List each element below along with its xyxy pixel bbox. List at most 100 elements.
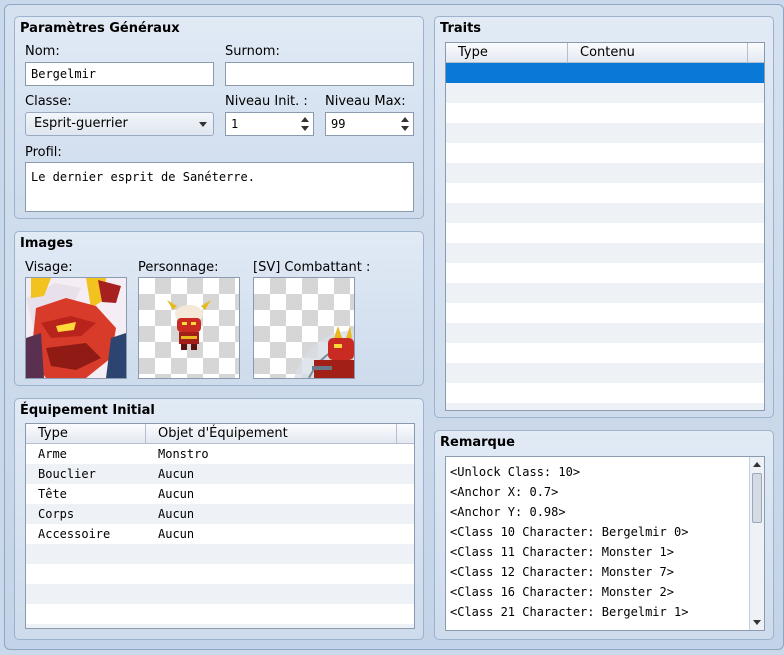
traits-rows — [446, 63, 764, 410]
table-row[interactable]: Arme Monstro — [26, 444, 414, 464]
empty-table-row[interactable] — [446, 83, 764, 103]
name-label: Nom: — [25, 44, 60, 59]
column-header-type[interactable]: Type — [26, 424, 146, 444]
traits-group: Traits Type Contenu — [434, 16, 774, 418]
initial-level-value: 1 — [231, 117, 239, 131]
name-field[interactable]: Bergelmir — [25, 62, 214, 86]
note-text: <Unlock Class: 10> <Anchor X: 0.7> <Anchor… — [450, 462, 760, 622]
battler-label: [SV] Combattant : — [253, 260, 371, 275]
max-level-label: Niveau Max: — [325, 94, 406, 109]
column-header-content[interactable]: Contenu — [568, 43, 748, 63]
empty-table-row[interactable] — [26, 544, 414, 564]
demon-face-portrait — [26, 278, 126, 378]
empty-table-row[interactable] — [446, 283, 764, 303]
column-header-type[interactable]: Type — [446, 43, 568, 63]
note-group: Remarque <Unlock Class: 10> <Anchor X: 0.… — [434, 430, 774, 640]
empty-table-row[interactable] — [26, 564, 414, 584]
general-settings-group: Paramètres Généraux Nom: Bergelmir Surno… — [14, 16, 424, 219]
empty-table-row[interactable] — [446, 343, 764, 363]
equipment-type-cell: Bouclier — [38, 467, 96, 481]
demon-character-sprite — [167, 300, 211, 350]
empty-table-row[interactable] — [446, 183, 764, 203]
max-level-stepper[interactable]: 99 — [325, 112, 414, 136]
empty-table-row[interactable] — [446, 163, 764, 183]
note-line: <Anchor X: 0.7> — [450, 485, 559, 499]
equipment-type-cell: Corps — [38, 507, 75, 521]
selected-trait-row[interactable] — [446, 63, 764, 83]
note-line: <Anchor Y: 0.98> — [450, 505, 566, 519]
initial-equipment-group: Équipement Initial Type Objet d'Équipeme… — [14, 398, 424, 640]
spin-buttons[interactable] — [300, 114, 310, 134]
equipment-item-cell: Aucun — [158, 467, 195, 481]
traits-table-header: Type Contenu — [446, 43, 764, 63]
note-line: <Class 10 Character: Bergelmir 0> — [450, 525, 689, 539]
face-image[interactable] — [25, 277, 127, 379]
note-field[interactable]: <Unlock Class: 10> <Anchor X: 0.7> <Anchor… — [445, 456, 765, 631]
spin-down-icon[interactable] — [401, 126, 409, 131]
empty-table-row[interactable] — [446, 263, 764, 283]
spin-up-icon[interactable] — [401, 117, 409, 122]
scroll-up-icon[interactable] — [753, 462, 761, 467]
note-line: <Class 16 Character: Monster 2> — [450, 585, 674, 599]
profile-label: Profil: — [25, 145, 62, 160]
column-header-equipment-item[interactable]: Objet d'Équipement — [146, 424, 397, 444]
empty-table-row[interactable] — [446, 403, 764, 410]
profile-field[interactable]: Le dernier esprit de Sanéterre. — [25, 162, 414, 212]
empty-table-row[interactable] — [446, 123, 764, 143]
table-row[interactable]: Tête Aucun — [26, 484, 414, 504]
table-row[interactable]: Accessoire Aucun — [26, 524, 414, 544]
note-line: <Class 12 Character: Monster 7> — [450, 565, 674, 579]
equipment-item-cell: Aucun — [158, 527, 195, 541]
empty-table-row[interactable] — [446, 383, 764, 403]
nickname-field[interactable] — [225, 62, 414, 86]
initial-level-stepper[interactable]: 1 — [225, 112, 314, 136]
class-select[interactable]: Esprit-guerrier — [25, 112, 214, 136]
face-label: Visage: — [25, 260, 73, 275]
empty-table-row[interactable] — [446, 103, 764, 123]
chevron-down-icon — [199, 122, 207, 127]
scroll-down-icon[interactable] — [753, 620, 761, 625]
equipment-table[interactable]: Type Objet d'Équipement Arme Monstro Boucl… — [25, 423, 415, 629]
character-image[interactable] — [138, 277, 240, 379]
note-line: <Class 21 Character: Bergelmir 1> — [450, 605, 689, 619]
empty-table-row[interactable] — [446, 323, 764, 343]
nickname-label: Surnom: — [225, 44, 280, 59]
general-settings-title: Paramètres Généraux — [20, 21, 180, 36]
class-select-value: Esprit-guerrier — [34, 116, 128, 131]
empty-table-row[interactable] — [446, 223, 764, 243]
empty-table-row[interactable] — [446, 243, 764, 263]
empty-table-row[interactable] — [26, 624, 414, 628]
equipment-type-cell: Arme — [38, 447, 67, 461]
table-row[interactable]: Corps Aucun — [26, 504, 414, 524]
empty-table-row[interactable] — [446, 203, 764, 223]
empty-table-row[interactable] — [446, 143, 764, 163]
images-title: Images — [20, 236, 74, 251]
note-line: <Unlock Class: 10> — [450, 465, 581, 479]
equipment-item-cell: Monstro — [158, 447, 209, 461]
empty-table-row[interactable] — [446, 303, 764, 323]
spin-buttons[interactable] — [400, 114, 410, 134]
spin-up-icon[interactable] — [301, 117, 309, 122]
equipment-rows: Arme Monstro Bouclier Aucun Tête Aucun Corps Au… — [26, 444, 414, 628]
traits-title: Traits — [440, 21, 482, 36]
character-label: Personnage: — [138, 260, 219, 275]
initial-equipment-title: Équipement Initial — [20, 403, 155, 418]
battler-image[interactable] — [253, 277, 355, 379]
empty-table-row[interactable] — [446, 363, 764, 383]
equipment-type-cell: Tête — [38, 487, 67, 501]
note-line: <Class 11 Character: Monster 1> — [450, 545, 674, 559]
equipment-item-cell: Aucun — [158, 507, 195, 521]
equipment-table-header: Type Objet d'Équipement — [26, 424, 414, 444]
scroll-thumb[interactable] — [752, 473, 762, 523]
traits-table[interactable]: Type Contenu — [445, 42, 765, 411]
empty-table-row[interactable] — [26, 604, 414, 624]
empty-table-row[interactable] — [26, 584, 414, 604]
equipment-item-cell: Aucun — [158, 487, 195, 501]
spin-down-icon[interactable] — [301, 126, 309, 131]
table-row[interactable]: Bouclier Aucun — [26, 464, 414, 484]
images-group: Images Visage: Personnage: [SV] Combatta… — [14, 231, 424, 386]
note-title: Remarque — [440, 435, 515, 450]
initial-level-label: Niveau Init. : — [225, 94, 308, 109]
max-level-value: 99 — [331, 117, 346, 131]
note-scrollbar[interactable] — [749, 457, 764, 630]
